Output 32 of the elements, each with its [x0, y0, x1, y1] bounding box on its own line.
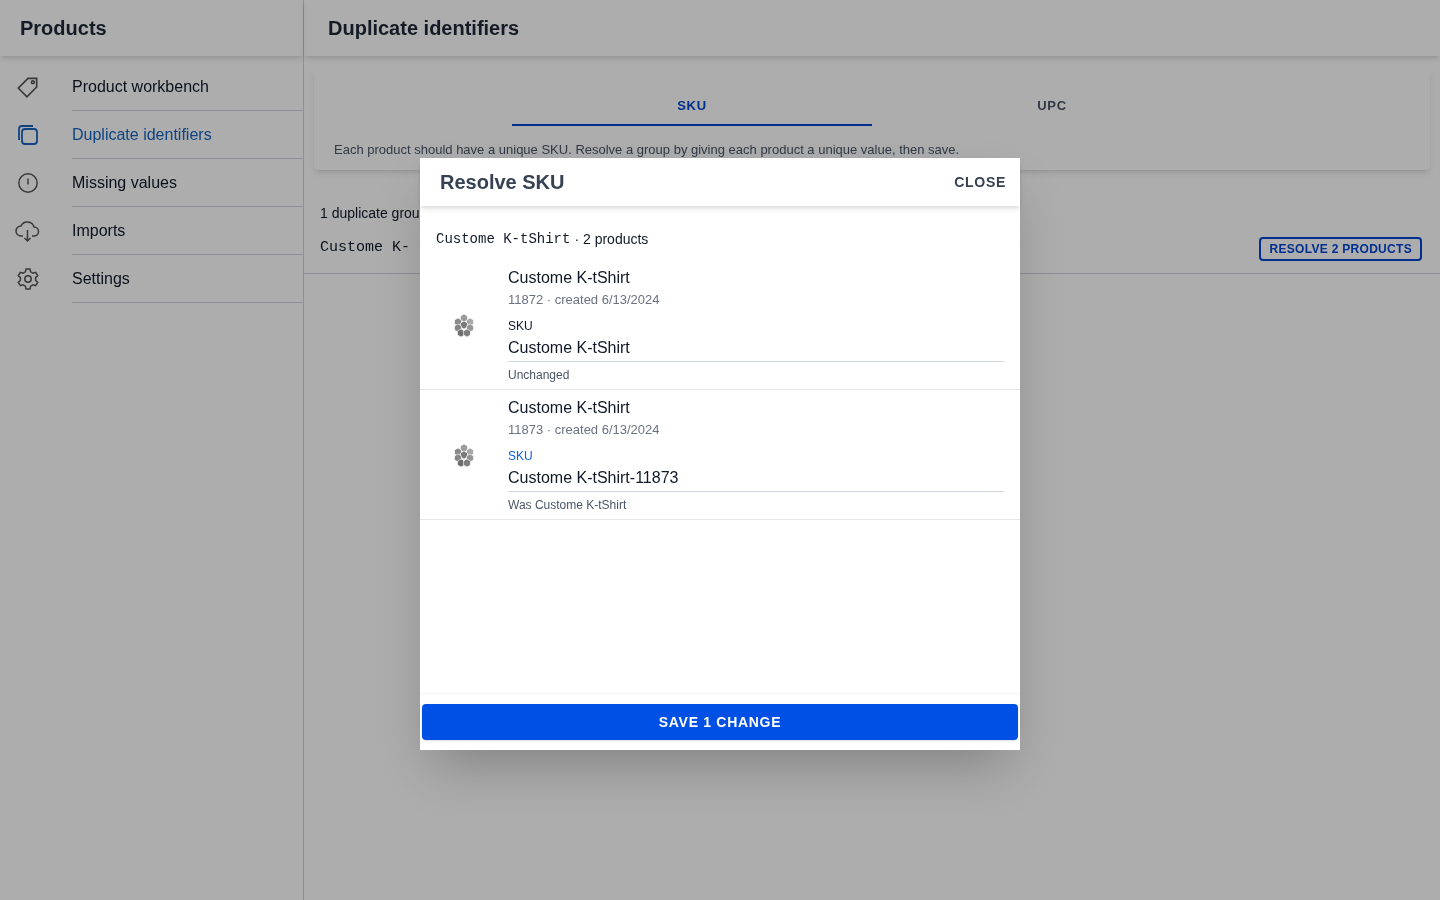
resolve-button[interactable]: RESOLVE 2 PRODUCTS [1259, 236, 1422, 261]
field-label: SKU [508, 318, 534, 334]
product-name: Custome K-tShirt [508, 268, 631, 288]
sku-field[interactable]: Custome K-tShirt-11873 [508, 464, 1004, 492]
nav-item[interactable]: Settings [72, 266, 130, 291]
nav-item[interactable]: Duplicate identifiers [72, 122, 212, 147]
description-text: Each product should have a unique SKU. Resolve a group by giving each product a unique value, then save. [334, 141, 961, 159]
sidebar-title: Products [20, 16, 107, 41]
close-button[interactable]: CLOSE [954, 171, 1006, 193]
cloud-download-icon [15, 219, 41, 243]
helper-text: Was Custome K-tShirt [508, 497, 628, 513]
nav-item[interactable]: Missing values [72, 170, 177, 195]
tab[interactable]: UPC [872, 88, 1232, 126]
nav-item[interactable]: Product workbench [72, 74, 209, 99]
tab[interactable]: SKU [512, 88, 872, 126]
page-title: Duplicate identifiers [328, 16, 520, 41]
dialog-title: Resolve SKU [440, 170, 565, 195]
nav-item[interactable]: Imports [72, 218, 126, 243]
settings-icon [16, 267, 40, 291]
sku-field[interactable]: Custome K-tShirt [508, 334, 1004, 362]
field-label: SKU [508, 448, 534, 464]
alert-icon [17, 172, 39, 194]
copy-icon [16, 123, 40, 147]
save-button[interactable]: SAVE 1 CHANGE [422, 704, 1018, 740]
helper-text: Unchanged [508, 367, 571, 383]
product-meta: 11872 · created 6/13/2024 [508, 291, 661, 309]
product-meta: 11873 · created 6/13/2024 [508, 421, 661, 439]
summary-text: 1 duplicate grou [320, 204, 421, 223]
group-name: Custome K- [320, 238, 410, 259]
product-name: Custome K-tShirt [508, 398, 631, 418]
group-name: Custome K-tShirt [436, 230, 571, 249]
group-count: · 2 products [574, 230, 649, 249]
